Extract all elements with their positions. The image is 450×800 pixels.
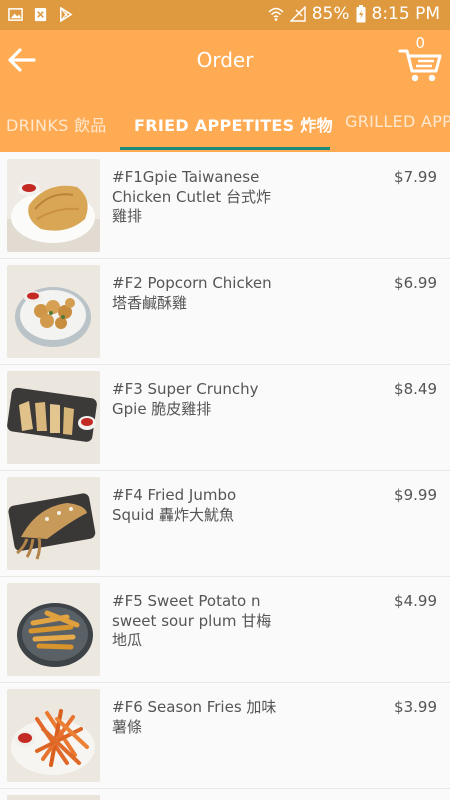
signal-icon [289,6,306,22]
divider [0,788,450,789]
shopping-cart-icon[interactable] [398,34,444,86]
status-bar: 85% 8:15 PM [0,0,450,30]
tab-fried-appetites[interactable]: FRIED APPETITES 炸物 [134,112,333,136]
app-bar: Order 0 [0,30,450,92]
menu-item[interactable]: #F1Gpie Taiwanese Chicken Cutlet 台式炸雞排 $… [0,152,450,258]
tab-grilled-appetites[interactable]: GRILLED APP [345,112,450,131]
active-tab-indicator [120,147,330,150]
menu-item-list[interactable]: #F1Gpie Taiwanese Chicken Cutlet 台式炸雞排 $… [0,152,450,800]
menu-item-price: $9.99 [394,486,437,504]
category-tabs: DRINKS 飲品 FRIED APPETITES 炸物 GRILLED APP [0,92,450,152]
next-item-thumbnail-partial [7,795,100,800]
menu-item-price: $6.99 [394,274,437,292]
menu-item-price: $7.99 [394,168,437,186]
battery-percent: 85% [311,4,350,24]
document-icon [34,7,47,22]
menu-item-name: #F3 Super Crunchy Gpie 脆皮雞排 [112,380,259,418]
menu-item-name: #F1Gpie Taiwanese Chicken Cutlet 台式炸雞排 [112,168,271,225]
crunchy-chicken-photo [7,371,100,464]
menu-item-price: $3.99 [394,698,437,716]
menu-item[interactable]: #F2 Popcorn Chicken 塔香鹹酥雞 $6.99 [0,258,450,364]
tab-drinks[interactable]: DRINKS 飲品 [6,112,107,136]
play-store-icon [60,7,73,22]
wifi-icon [268,7,284,21]
menu-item[interactable]: #F5 Sweet Potato n sweet sour plum 甘梅地瓜 … [0,576,450,682]
gallery-icon [8,8,23,21]
menu-item-name: #F6 Season Fries 加味薯條 [112,698,277,736]
popcorn-chicken-photo [7,265,100,358]
menu-item-name: #F2 Popcorn Chicken 塔香鹹酥雞 [112,274,272,312]
menu-item-price: $4.99 [394,592,437,610]
chicken-cutlet-photo [7,159,100,252]
menu-item-price: $8.49 [394,380,437,398]
sweet-potato-photo [7,583,100,676]
menu-item-name: #F5 Sweet Potato n sweet sour plum 甘梅地瓜 [112,592,272,649]
menu-item[interactable]: #F4 Fried Jumbo Squid 轟炸大魷魚 $9.99 [0,470,450,576]
season-fries-photo [7,689,100,782]
menu-item[interactable]: #F6 Season Fries 加味薯條 $3.99 [0,682,450,788]
battery-icon [356,5,365,23]
menu-item[interactable]: #F3 Super Crunchy Gpie 脆皮雞排 $8.49 [0,364,450,470]
menu-item-name: #F4 Fried Jumbo Squid 轟炸大魷魚 [112,486,237,524]
clock: 8:15 PM [371,4,441,24]
page-title: Order [196,48,254,72]
fried-squid-photo [7,477,100,570]
